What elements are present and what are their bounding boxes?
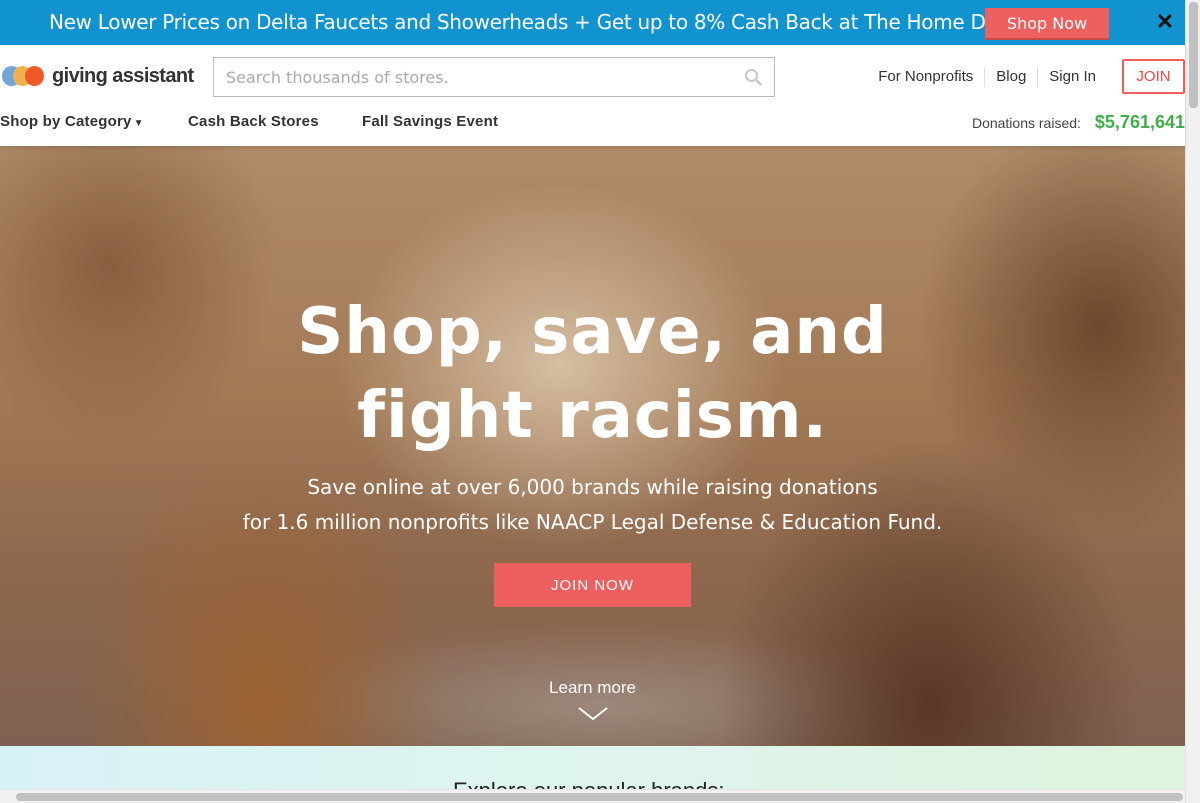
close-icon[interactable]: ✕ <box>1155 9 1175 34</box>
join-button[interactable]: JOIN <box>1122 59 1185 94</box>
donations-counter: Donations raised: $5,761,641 <box>972 112 1185 133</box>
sign-in-link[interactable]: Sign In <box>1037 67 1107 87</box>
promo-banner: New Lower Prices on Delta Faucets and Sh… <box>0 0 1185 45</box>
donations-value: $5,761,641 <box>1094 112 1185 132</box>
hero-title: Shop, save, and fight racism. <box>0 290 1185 458</box>
hero-section: Shop, save, and fight racism. Save onlin… <box>0 146 1185 746</box>
learn-more-link[interactable]: Learn more <box>0 678 1185 698</box>
hero-title-line: fight racism. <box>357 379 828 453</box>
shop-now-button[interactable]: Shop Now <box>985 8 1109 38</box>
search-icon[interactable] <box>744 68 762 86</box>
chevron-down-icon[interactable] <box>578 706 608 722</box>
donations-label: Donations raised: <box>971 115 1081 131</box>
search-box <box>213 57 775 97</box>
horizontal-scroll-thumb[interactable] <box>16 793 1183 801</box>
hero-title-line: Shop, save, and <box>297 295 888 369</box>
site-header: giving assistant For Nonprofits Blog Sig… <box>0 45 1185 146</box>
logo-text: giving assistant <box>52 64 194 87</box>
shop-by-category-label: Shop by Category <box>0 113 132 130</box>
vertical-scroll-thumb[interactable] <box>1189 2 1198 108</box>
logo[interactable]: giving assistant <box>2 64 194 88</box>
shop-by-category-menu[interactable]: Shop by Category ▼ <box>0 113 144 130</box>
caret-down-icon: ▼ <box>133 118 144 129</box>
cash-back-stores-link[interactable]: Cash Back Stores <box>188 113 319 130</box>
vertical-scrollbar[interactable] <box>1185 0 1200 803</box>
main-nav: Shop by Category ▼ Cash Back Stores Fall … <box>0 112 1185 133</box>
fall-savings-event-link[interactable]: Fall Savings Event <box>362 113 498 130</box>
logo-mark <box>2 65 46 87</box>
join-now-button[interactable]: JOIN NOW <box>494 563 691 607</box>
hero-subtitle-line: Save online at over 6,000 brands while r… <box>307 475 878 499</box>
search-input[interactable] <box>226 58 736 96</box>
for-nonprofits-link[interactable]: For Nonprofits <box>867 67 984 87</box>
top-links: For Nonprofits Blog Sign In <box>867 67 1107 87</box>
blog-link[interactable]: Blog <box>984 67 1037 87</box>
hero-subtitle: Save online at over 6,000 brands while r… <box>0 470 1185 540</box>
promo-text[interactable]: New Lower Prices on Delta Faucets and Sh… <box>49 10 1030 34</box>
hero-subtitle-line: for 1.6 million nonprofits like NAACP Le… <box>242 510 943 534</box>
horizontal-scrollbar[interactable] <box>0 789 1185 803</box>
